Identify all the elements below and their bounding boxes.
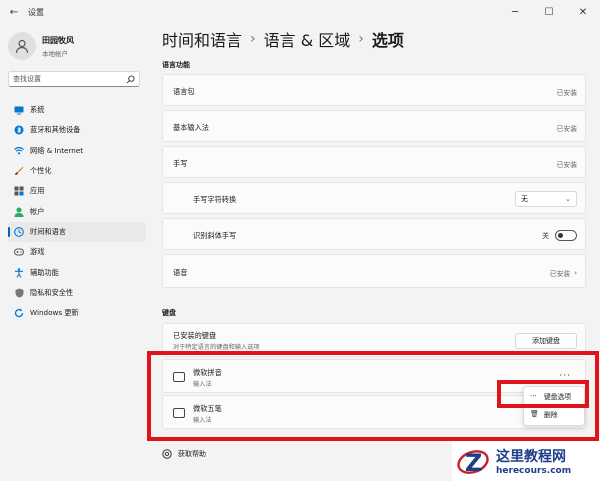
sidebar-item-accessibility[interactable]: 辅助功能 — [8, 262, 146, 282]
get-help-link[interactable]: 获取帮助 — [162, 449, 206, 459]
handwriting-row[interactable]: 手写 已安装 — [162, 146, 586, 178]
minimize-button[interactable]: ─ — [498, 0, 532, 24]
watermark-url: herecours.com — [496, 466, 572, 476]
sidebar-item-system[interactable]: 系统 — [8, 100, 146, 120]
page-title: 选项 — [371, 31, 404, 50]
svg-text:Z: Z — [465, 449, 482, 477]
close-button[interactable]: ✕ — [566, 0, 600, 24]
sidebar-nav: 系统 蓝牙和其他设备 网络 & Internet 个性化 应用 帐户 时间和语言 — [8, 100, 146, 323]
shield-icon — [14, 288, 24, 298]
menu-item-keyboard-options[interactable]: ··· 键盘选项 — [524, 387, 584, 405]
watermark: Z 这里教程网 herecours.com — [452, 441, 600, 481]
status-text: 已安装 — [549, 270, 571, 278]
search-input[interactable]: 查找设置 — [8, 71, 140, 87]
breadcrumb: 时间和语言 › 语言 & 区域 › 选项 — [162, 27, 404, 51]
speech-row[interactable]: 语音 已安装 › — [162, 254, 586, 288]
app-title: 设置 — [28, 7, 44, 17]
globe-clock-icon — [14, 227, 24, 237]
sidebar-item-bluetooth[interactable]: 蓝牙和其他设备 — [8, 120, 146, 140]
keyboard-context-menu: ··· 键盘选项 🗑 删除 — [523, 386, 585, 426]
person-icon — [15, 39, 29, 54]
breadcrumb-time-language[interactable]: 时间和语言 — [162, 27, 242, 51]
more-options-button[interactable]: ··· — [559, 371, 571, 381]
more-icon: ··· — [530, 392, 537, 400]
sidebar-item-accounts[interactable]: 帐户 — [8, 201, 146, 221]
status-text: 已安装 — [556, 125, 577, 133]
breadcrumb-language-region[interactable]: 语言 & 区域 — [264, 27, 351, 51]
breadcrumb-separator: › — [358, 31, 364, 47]
z-logo-icon: Z — [457, 449, 489, 477]
accessibility-icon — [14, 267, 24, 278]
keyboard-icon — [173, 408, 185, 418]
status-text: 已安装 — [556, 89, 577, 97]
keyboard-icon — [173, 372, 185, 382]
search-placeholder: 查找设置 — [13, 75, 41, 83]
update-icon — [14, 308, 24, 318]
sidebar: 田园牧风 本地帐户 查找设置 系统 蓝牙和其他设备 网络 & Internet … — [0, 24, 150, 481]
chevron-right-icon: › — [574, 269, 577, 277]
user-account-type: 本地帐户 — [42, 49, 68, 58]
brush-icon — [14, 166, 24, 176]
person-icon — [14, 207, 24, 217]
wifi-icon — [14, 146, 24, 156]
apps-icon — [14, 186, 24, 196]
sidebar-item-windows-update[interactable]: Windows 更新 — [8, 303, 146, 323]
maximize-button[interactable]: ☐ — [532, 0, 566, 24]
window-controls: ─ ☐ ✕ — [498, 0, 600, 24]
gamepad-icon — [14, 247, 24, 257]
handwriting-font-toggle[interactable]: 关 — [542, 230, 577, 241]
title-bar: ← 设置 ─ ☐ ✕ — [0, 0, 600, 24]
section-heading-language: 语言功能 — [162, 61, 190, 69]
sidebar-item-privacy[interactable]: 隐私和安全性 — [8, 283, 146, 303]
installed-keyboards-row: 已安装的键盘 对于特定语言的键盘和输入选项 添加键盘 — [162, 323, 586, 357]
status-text: 已安装 — [556, 161, 577, 169]
language-pack-row[interactable]: 语言包 已安装 — [162, 74, 586, 106]
sidebar-item-apps[interactable]: 应用 — [8, 181, 146, 201]
monitor-icon — [14, 105, 24, 115]
user-profile[interactable]: 田园牧风 本地帐户 — [8, 32, 74, 60]
chevron-down-icon: ⌄ — [565, 195, 571, 203]
back-arrow-icon[interactable]: ← — [4, 2, 24, 22]
watermark-site-name: 这里教程网 — [496, 449, 566, 465]
toggle-switch[interactable] — [555, 230, 577, 241]
sidebar-item-time-language[interactable]: 时间和语言 — [8, 221, 146, 243]
bluetooth-icon — [14, 125, 24, 135]
basic-input-row[interactable]: 基本输入法 已安装 — [162, 110, 586, 142]
toggle-state-label: 关 — [542, 231, 549, 240]
breadcrumb-separator: › — [250, 31, 256, 47]
help-icon — [162, 449, 172, 459]
handwriting-font-row: 识别斜体手写 关 — [162, 218, 586, 250]
user-name: 田园牧风 — [42, 35, 74, 45]
sidebar-item-network[interactable]: 网络 & Internet — [8, 141, 146, 161]
handwriting-convert-dropdown[interactable]: 无 ⌄ — [515, 191, 577, 207]
search-icon — [126, 74, 135, 83]
avatar — [8, 32, 36, 60]
section-heading-keyboard: 键盘 — [162, 309, 176, 317]
sidebar-item-gaming[interactable]: 游戏 — [8, 242, 146, 262]
add-keyboard-button[interactable]: 添加键盘 — [515, 333, 577, 349]
trash-icon: 🗑 — [530, 410, 539, 418]
sidebar-item-personalization[interactable]: 个性化 — [8, 161, 146, 181]
menu-item-delete[interactable]: 🗑 删除 — [524, 405, 584, 423]
handwriting-convert-row: 手写字符转换 无 ⌄ — [162, 182, 586, 214]
